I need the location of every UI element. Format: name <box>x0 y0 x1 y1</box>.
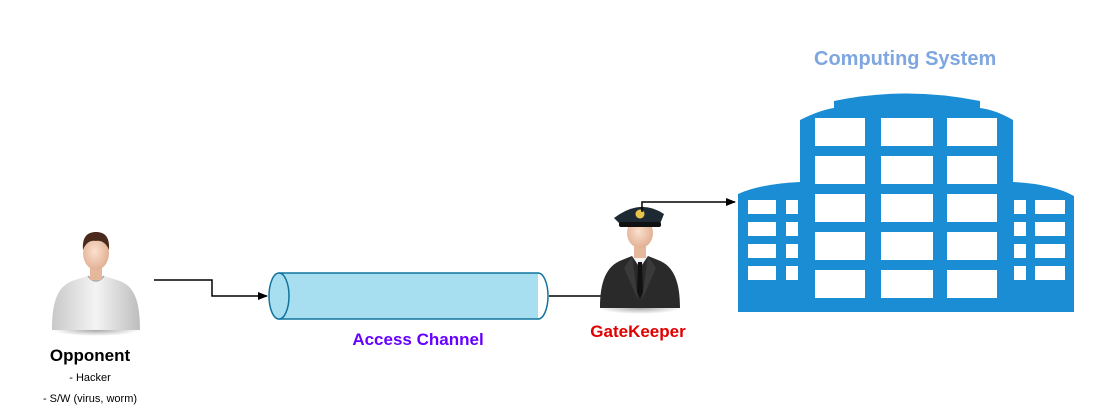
opponent-detail-hacker: - Hacker <box>69 372 111 384</box>
access-channel-label: Access Channel <box>352 330 484 349</box>
office-building-icon <box>738 93 1074 312</box>
connector-opponent-channel <box>154 279 268 300</box>
diagram-title: Computing System <box>814 48 997 70</box>
pilot-icon <box>598 206 682 314</box>
opponent-detail-software: - S/W (virus, worm) <box>42 393 138 405</box>
person-icon <box>52 232 140 336</box>
opponent-label: Opponent <box>49 346 131 365</box>
access-channel-cylinder <box>268 272 549 320</box>
gatekeeper-label: GateKeeper <box>590 322 686 341</box>
